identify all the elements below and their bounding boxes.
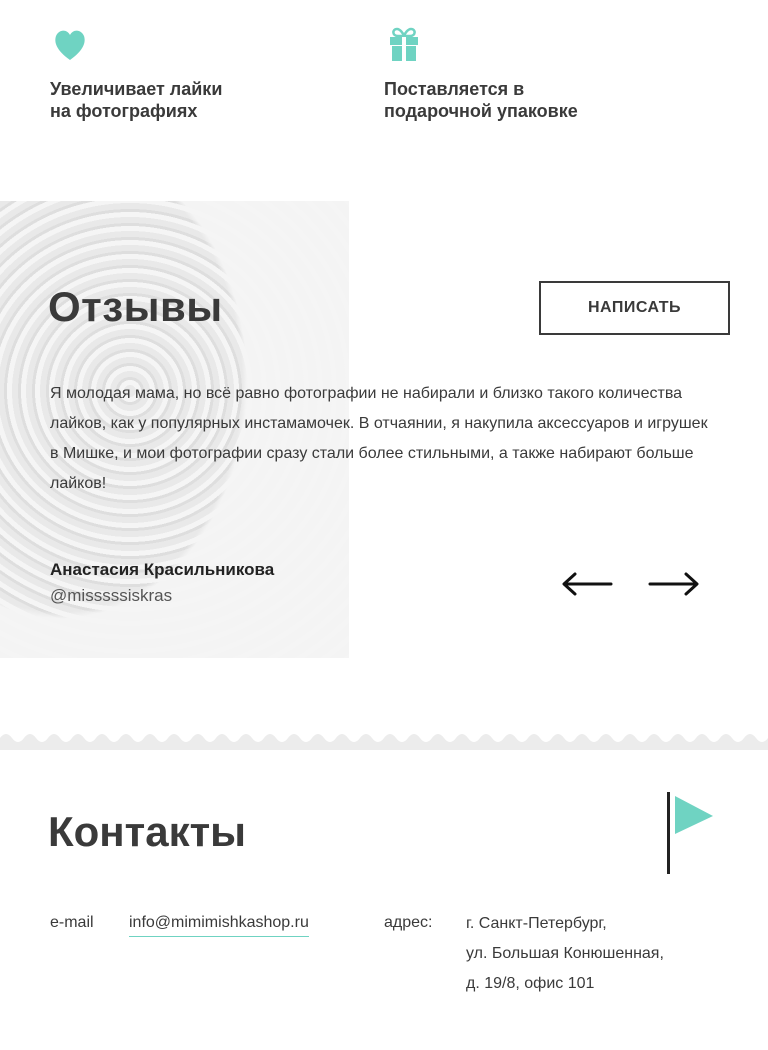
wave-divider xyxy=(0,734,768,750)
email-label: e-mail xyxy=(50,914,94,931)
write-review-button[interactable]: НАПИСАТЬ xyxy=(539,281,730,335)
feature-likes: Увеличивает лайки на фотографиях xyxy=(50,26,222,122)
address-line: г. Санкт-Петербург, xyxy=(466,915,607,932)
reviews-section: Отзывы НАПИСАТЬ Я молодая мама, но всё р… xyxy=(0,201,768,658)
flag-icon xyxy=(667,792,713,874)
heart-icon xyxy=(55,30,85,60)
features-section: Увеличивает лайки на фотографиях Поставл… xyxy=(0,0,768,200)
review-author-name: Анастасия Красильникова xyxy=(50,560,275,579)
address-line: д. 19/8, офис 101 xyxy=(466,975,595,992)
reviews-title: Отзывы xyxy=(48,283,223,330)
address-lines: г. Санкт-Петербург, ул. Большая Конюшенн… xyxy=(466,909,664,999)
gift-icon xyxy=(390,27,418,61)
feature-gift: Поставляется в подарочной упаковке xyxy=(384,26,578,122)
prev-arrow-icon[interactable] xyxy=(561,571,613,597)
feature-likes-text: Увеличивает лайки на фотографиях xyxy=(50,79,223,121)
next-arrow-icon[interactable] xyxy=(648,571,700,597)
contacts-title: Контакты xyxy=(48,808,247,855)
review-author-handle: @misssssiskras xyxy=(50,586,173,605)
feature-gift-text: Поставляется в подарочной упаковке xyxy=(384,79,578,121)
address-line: ул. Большая Конюшенная, xyxy=(466,945,664,962)
email-link[interactable]: info@mimimishkashop.ru xyxy=(129,914,309,937)
review-text: Я молодая мама, но всё равно фотографии … xyxy=(50,385,708,492)
address-label: адрес: xyxy=(384,914,433,931)
